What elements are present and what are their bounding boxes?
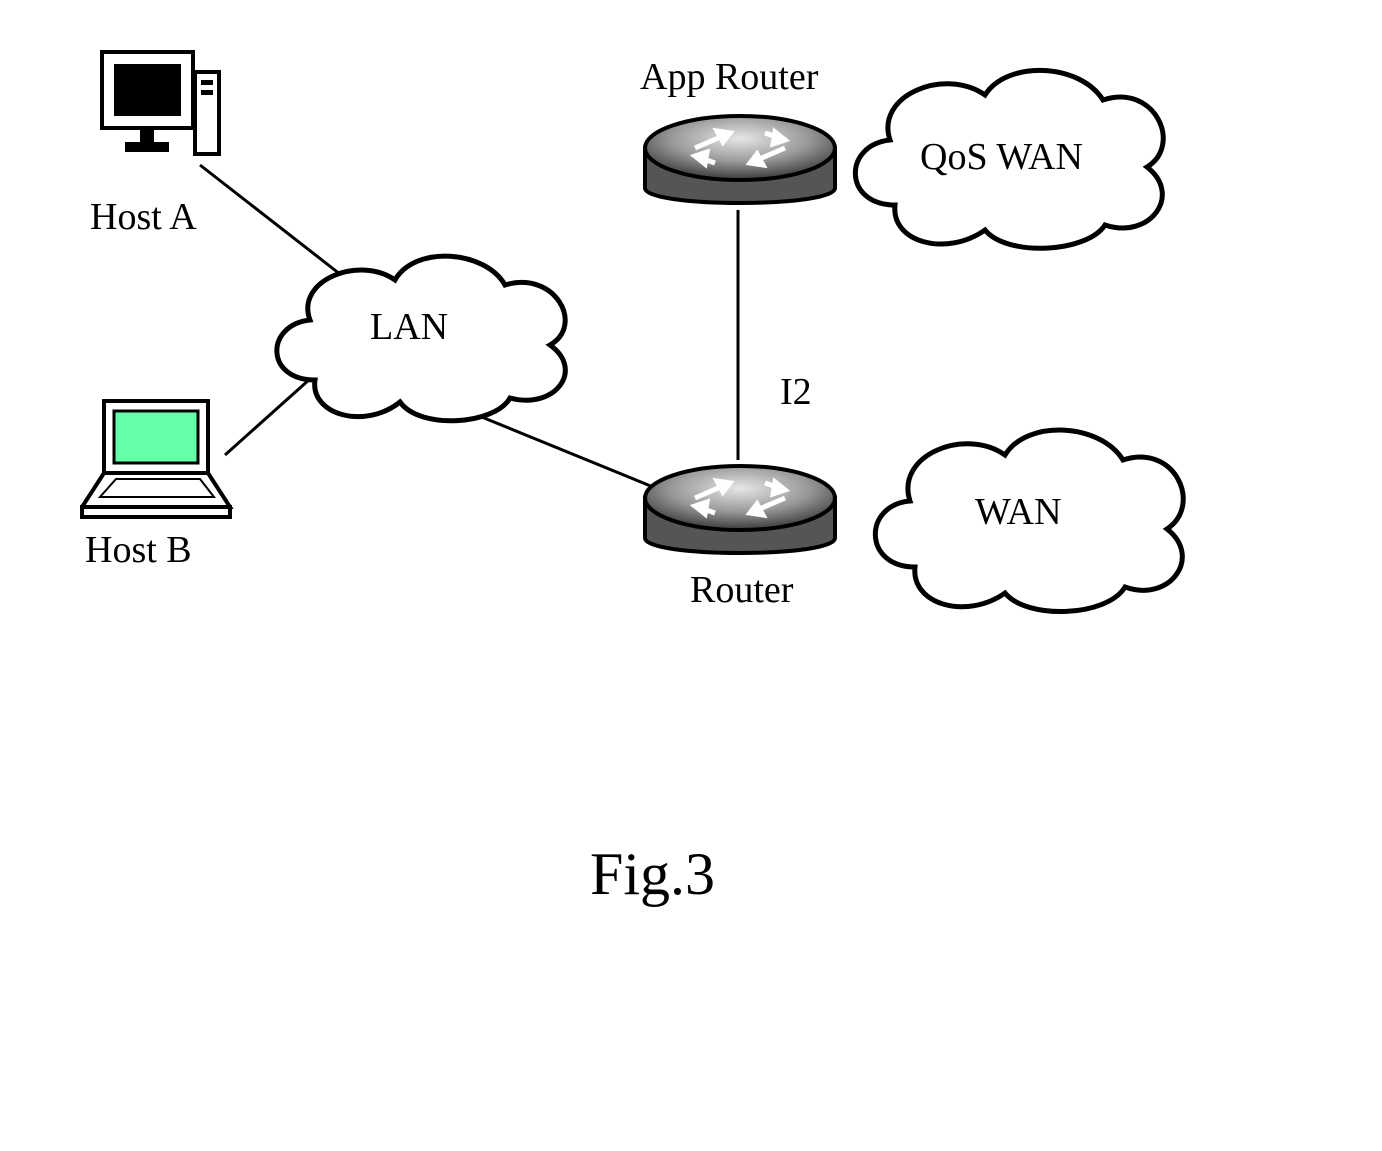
router-label: Router bbox=[690, 568, 793, 612]
host-a-icon bbox=[95, 50, 225, 190]
diagram-stage: Host A Host B LAN QoS WAN bbox=[0, 0, 1382, 1151]
host-b-label: Host B bbox=[85, 528, 192, 572]
link-i2-label: I2 bbox=[780, 370, 812, 414]
monitor-base bbox=[125, 142, 169, 152]
router-icon bbox=[635, 458, 845, 568]
host-a-label: Host A bbox=[90, 195, 197, 239]
app-router-icon bbox=[635, 108, 845, 218]
monitor-screen bbox=[114, 64, 181, 116]
lan-label: LAN bbox=[370, 305, 448, 349]
host-b-icon bbox=[80, 395, 240, 525]
pc-tower-icon bbox=[193, 70, 221, 156]
wan-label: WAN bbox=[975, 490, 1062, 534]
app-router-label: App Router bbox=[640, 55, 818, 99]
figure-caption: Fig.3 bbox=[590, 840, 715, 909]
qos-wan-label: QoS WAN bbox=[920, 135, 1083, 179]
monitor-icon bbox=[100, 50, 195, 130]
